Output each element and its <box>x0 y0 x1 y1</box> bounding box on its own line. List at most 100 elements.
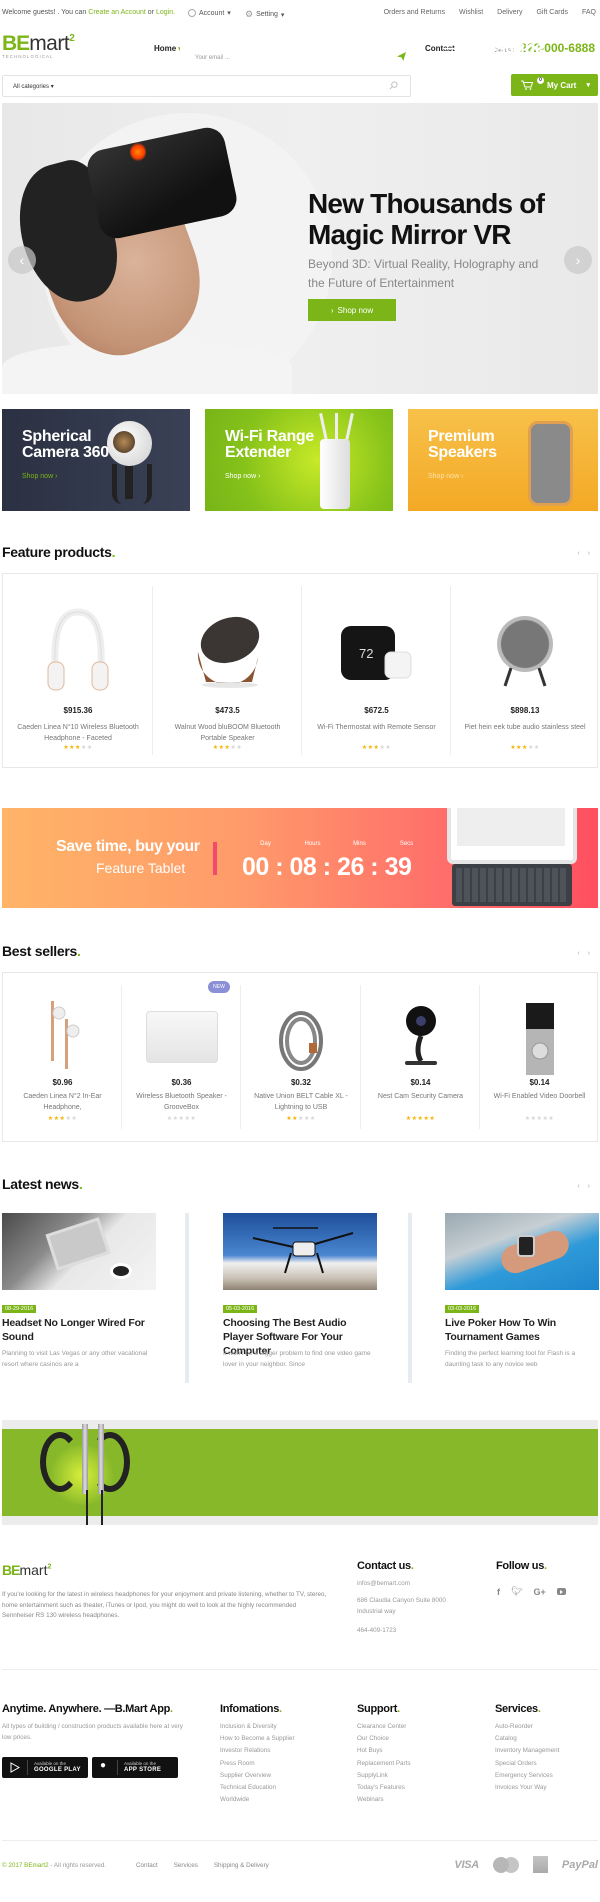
product-name[interactable]: Wi-Fi Enabled Video Doorbell <box>488 1091 591 1102</box>
footer-link[interactable]: Replacement Parts <box>357 1758 411 1770</box>
app-store-button[interactable]: ● Available on the APP STORE <box>92 1757 178 1778</box>
contact-phone[interactable]: 464-409-1723 <box>357 1626 396 1637</box>
account-menu[interactable]: Account ▾ <box>188 9 231 17</box>
heading-text: Best sellers <box>2 943 78 959</box>
promo-shop-now-link[interactable]: Shop now › <box>428 473 463 480</box>
top-links: Orders and Returns Wishlist Delivery Gif… <box>384 9 596 16</box>
newsletter-email-input[interactable]: Your email ... <box>180 45 420 72</box>
footer-link[interactable]: Invoices Your Way <box>495 1782 559 1794</box>
news-image-tablet[interactable] <box>2 1213 156 1290</box>
extender-antenna <box>335 413 338 441</box>
bottom-link-services[interactable]: Services <box>174 1862 198 1869</box>
earphones-image <box>50 1001 79 1069</box>
youtube-icon[interactable] <box>556 1588 566 1595</box>
promo-banner-camera[interactable]: Spherical Camera 360° Shop now › <box>2 409 190 511</box>
countdown-divider <box>213 842 217 875</box>
google-play-button[interactable]: Available on the GOOGLE PLAY <box>2 1757 88 1778</box>
news-title[interactable]: Live Poker How To Win Tournament Games <box>445 1316 599 1344</box>
hero-prev-arrow[interactable]: ‹ <box>8 246 36 274</box>
product-name[interactable]: Native Union BELT Cable XL - Lightning t… <box>249 1091 353 1113</box>
footer-link[interactable]: Hot Buys <box>357 1745 411 1757</box>
site-logo[interactable]: BEmart2 TECHNOLOGICAL <box>2 32 75 59</box>
countdown-labels: Day Hours Mins Secs <box>242 841 430 847</box>
chevron-right-icon[interactable]: › <box>588 550 590 557</box>
login-link[interactable]: Login. <box>156 9 175 16</box>
my-cart-button[interactable]: 0 My Cart ▾ <box>511 74 598 96</box>
twitter-icon[interactable]: 🐦︎ <box>511 1586 522 1597</box>
footer-link[interactable]: How to Become a Supplier <box>220 1733 295 1745</box>
top-link-wishlist[interactable]: Wishlist <box>459 9 483 16</box>
product-card[interactable]: $915.36 Caeden Linea N°10 Wireless Bluet… <box>3 574 153 767</box>
product-card[interactable]: $0.96 Caeden Linea N°2 In-Ear Headphone,… <box>3 973 122 1141</box>
facebook-icon[interactable]: f <box>497 1587 500 1597</box>
product-name[interactable]: Nest Cam Security Camera <box>369 1091 472 1102</box>
chevron-left-icon[interactable]: ‹ <box>577 550 579 557</box>
chevron-right-icon[interactable]: › <box>588 950 590 957</box>
top-link-gift-cards[interactable]: Gift Cards <box>536 9 568 16</box>
hero-button-label: Shop now <box>337 305 374 315</box>
product-name[interactable]: Walnut Wood bluBOOM Bluetooth Portable S… <box>161 722 294 744</box>
product-card[interactable]: $0.32 Native Union BELT Cable XL - Light… <box>241 973 361 1141</box>
promo-banner-speakers[interactable]: Premium Speakers Shop now › <box>408 409 598 511</box>
countdown-banner[interactable]: Save time, buy your Feature Tablet Day H… <box>2 808 598 908</box>
news-card[interactable]: 03-03-2016 Live Poker How To Win Tournam… <box>445 1213 599 1383</box>
product-card[interactable]: $0.14 Wi-Fi Enabled Video Doorbell ★★★★★ <box>480 973 599 1141</box>
copyright-brand[interactable]: BEmart2 <box>24 1862 49 1869</box>
hero-next-arrow[interactable]: › <box>564 246 592 274</box>
top-link-faq[interactable]: FAQ <box>582 9 596 16</box>
footer-link[interactable]: Clearance Center <box>357 1721 411 1733</box>
footer-link[interactable]: Emergency Services <box>495 1770 559 1782</box>
product-name[interactable]: Caeden Linea N°10 Wireless Bluetooth Hea… <box>11 722 145 744</box>
footer-link[interactable]: Today's Features <box>357 1782 411 1794</box>
product-card[interactable]: $0.14 Nest Cam Security Camera ★★★★★ <box>361 973 480 1141</box>
search-icon[interactable] <box>389 81 398 90</box>
google-plus-icon[interactable]: G+ <box>533 1587 545 1597</box>
footer-link[interactable]: Our Choice <box>357 1733 411 1745</box>
news-image-smartwatch[interactable] <box>445 1213 599 1290</box>
news-card[interactable]: 05-03-2016 Choosing The Best Audio Playe… <box>223 1213 377 1383</box>
footer-link[interactable]: Auto-Reorder <box>495 1721 559 1733</box>
product-name[interactable]: Caeden Linea N°2 In-Ear Headphone, <box>11 1091 114 1113</box>
promo-title-line2: Speakers <box>428 444 497 461</box>
product-card[interactable]: NEW $0.36 Wireless Bluetooth Speaker - G… <box>122 973 241 1141</box>
contact-email[interactable]: infos@bemart.com <box>357 1579 410 1590</box>
news-image-drone[interactable] <box>223 1213 377 1290</box>
footer-link[interactable]: Supplier Overview <box>220 1770 295 1782</box>
product-card[interactable]: $898.13 Piet hein eek tube audio stainle… <box>451 574 599 767</box>
category-select[interactable]: All categories ▾ <box>13 83 54 90</box>
chevron-right-icon: › <box>575 252 581 268</box>
chevron-left-icon[interactable]: ‹ <box>577 950 579 957</box>
top-link-orders[interactable]: Orders and Returns <box>384 9 445 16</box>
footer-logo[interactable]: BEmart2 <box>2 1562 51 1580</box>
product-card[interactable]: 72 $672.5 Wi-Fi Thermostat with Remote S… <box>302 574 451 767</box>
chevron-right-icon[interactable]: › <box>588 1183 590 1190</box>
product-name[interactable]: Wireless Bluetooth Speaker - GrooveBox <box>130 1091 233 1113</box>
bottom-link-shipping[interactable]: Shipping & Delivery <box>214 1862 269 1869</box>
product-name[interactable]: Piet hein eek tube audio stainless steel <box>459 722 591 733</box>
news-card[interactable]: 08-29-2016 Headset No Longer Wired For S… <box>2 1213 156 1383</box>
footer-link[interactable]: Special Orders <box>495 1758 559 1770</box>
promo-shop-now-link[interactable]: Shop now › <box>22 473 57 480</box>
product-name[interactable]: Wi-Fi Thermostat with Remote Sensor <box>310 722 443 733</box>
promo-banner-wifi[interactable]: Wi-Fi Range Extender Shop now › <box>205 409 393 511</box>
footer-link[interactable]: Technical Education <box>220 1782 295 1794</box>
footer-link[interactable]: Inclusion & Diversity <box>220 1721 295 1733</box>
promo-shop-now-link[interactable]: Shop now › <box>225 473 260 480</box>
footer-link[interactable]: SupplyLink <box>357 1770 411 1782</box>
product-card[interactable]: $473.5 Walnut Wood bluBOOM Bluetooth Por… <box>153 574 302 767</box>
chevron-left-icon[interactable]: ‹ <box>577 1183 579 1190</box>
footer-link[interactable]: Catalog <box>495 1733 559 1745</box>
create-account-link[interactable]: Create an Account <box>88 9 146 16</box>
send-icon[interactable] <box>397 52 406 61</box>
hero-shop-now-button[interactable]: › Shop now <box>308 299 396 321</box>
bottom-link-contact[interactable]: Contact <box>136 1862 158 1869</box>
footer-link[interactable]: Webinars <box>357 1794 411 1806</box>
footer-link[interactable]: Press Room <box>220 1758 295 1770</box>
footer-link[interactable]: Investor Relations <box>220 1745 295 1757</box>
footer-link[interactable]: Inventory Management <box>495 1745 559 1757</box>
search-bar[interactable]: All categories ▾ <box>2 75 411 97</box>
footer-link[interactable]: Worldwide <box>220 1794 295 1806</box>
top-link-delivery[interactable]: Delivery <box>497 9 522 16</box>
setting-menu[interactable]: ⚙ Setting ▾ <box>245 9 284 20</box>
news-title[interactable]: Headset No Longer Wired For Sound <box>2 1316 156 1344</box>
